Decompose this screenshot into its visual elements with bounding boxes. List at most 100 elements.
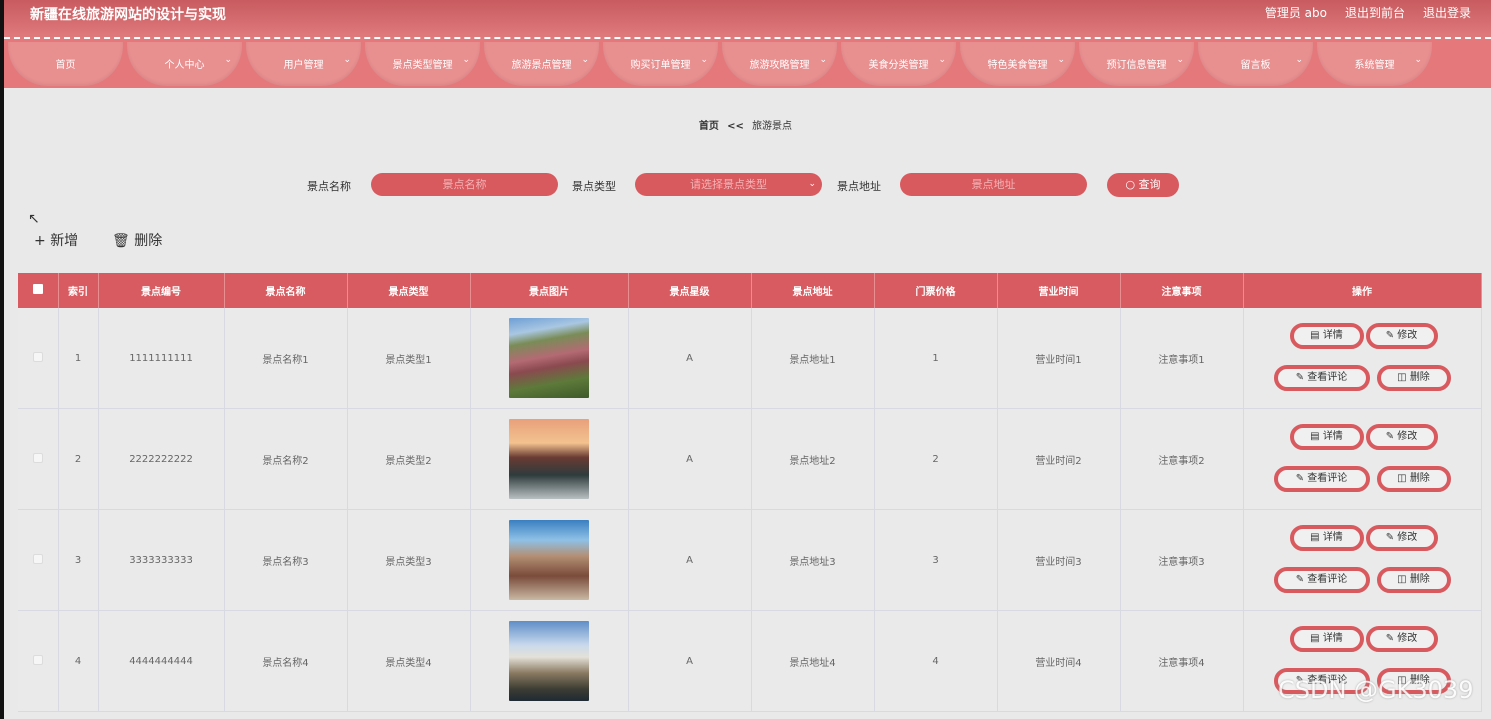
select-all-checkbox[interactable] bbox=[18, 273, 59, 308]
column-header: 注意事项 bbox=[1120, 273, 1244, 308]
nav-item-order-management[interactable]: 购买订单管理 ⌄ bbox=[603, 42, 718, 86]
detail-button[interactable]: ▤ 详情 bbox=[1289, 323, 1364, 349]
row-checkbox[interactable] bbox=[18, 610, 59, 712]
cell-name: 景点名称1 bbox=[224, 308, 348, 409]
view-comments-button[interactable]: ✎ 查看评论 bbox=[1273, 365, 1370, 391]
delete-label: 删除 bbox=[1409, 473, 1430, 484]
chevron-down-icon: ⌄ bbox=[808, 179, 816, 189]
main-nav: 首页 个人中心 ⌄ 用户管理 ⌄ 景点类型管理 ⌄ 旅游景点管理 ⌄ 购买订单管理 ⌄ 旅… bbox=[8, 42, 1432, 86]
breadcrumb-home[interactable]: 首页 bbox=[699, 121, 719, 132]
cell-type: 景点类型3 bbox=[347, 509, 471, 611]
name-search-input[interactable]: 景点名称 bbox=[371, 173, 558, 196]
edit-button[interactable]: ✎ 修改 bbox=[1365, 323, 1438, 349]
nav-item-personal-center[interactable]: 个人中心 ⌄ bbox=[127, 42, 242, 86]
watermark: CSDN @GK3039 bbox=[1278, 676, 1474, 704]
address-label: 景点地址 bbox=[837, 180, 881, 193]
attraction-image[interactable] bbox=[509, 419, 589, 499]
row-checkbox[interactable] bbox=[18, 509, 59, 611]
cell-operations: ▤ 详情 ✎ 修改 ✎ 查看评论 ◫ 删除 bbox=[1243, 308, 1482, 409]
cell-name: 景点名称3 bbox=[224, 509, 348, 611]
checkbox-icon bbox=[32, 553, 43, 564]
cell-image bbox=[470, 308, 629, 409]
nav-item-message-board[interactable]: 留言板 ⌄ bbox=[1198, 42, 1313, 86]
cell-hours: 营业时间4 bbox=[997, 610, 1121, 712]
edit-button[interactable]: ✎ 修改 bbox=[1365, 626, 1438, 652]
detail-button[interactable]: ▤ 详情 bbox=[1289, 424, 1364, 450]
delete-button[interactable]: ◫ 删除 bbox=[1376, 466, 1451, 492]
cell-type: 景点类型2 bbox=[347, 408, 471, 510]
edit-label: 修改 bbox=[1397, 633, 1418, 644]
checkbox-icon bbox=[32, 452, 43, 463]
nav-item-system[interactable]: 系统管理 ⌄ bbox=[1317, 42, 1432, 86]
column-header: 景点名称 bbox=[224, 273, 348, 308]
cell-type: 景点类型4 bbox=[347, 610, 471, 712]
nav-item-user-management[interactable]: 用户管理 ⌄ bbox=[246, 42, 361, 86]
view-comments-button[interactable]: ✎ 查看评论 bbox=[1273, 466, 1370, 492]
type-select[interactable]: 请选择景点类型 ⌄ bbox=[635, 173, 822, 196]
attraction-image[interactable] bbox=[509, 621, 589, 701]
document-icon: ▤ bbox=[1310, 633, 1323, 644]
cell-address: 景点地址1 bbox=[751, 308, 875, 409]
cell-operations: ▤ 详情 ✎ 修改 ✎ 查看评论 ◫ 删除 bbox=[1243, 408, 1482, 510]
nav-item-attraction-management[interactable]: 旅游景点管理 ⌄ bbox=[484, 42, 599, 86]
detail-label: 详情 bbox=[1322, 532, 1343, 543]
trash-icon: ◫ bbox=[1397, 372, 1410, 383]
add-button[interactable]: + 新增 bbox=[34, 230, 78, 250]
pencil-icon: ✎ bbox=[1295, 574, 1308, 585]
cell-notes: 注意事项4 bbox=[1120, 610, 1244, 712]
cell-image bbox=[470, 408, 629, 510]
nav-label: 首页 bbox=[55, 60, 76, 71]
checkbox-icon bbox=[32, 284, 43, 294]
chevron-down-icon: ⌄ bbox=[819, 55, 827, 65]
delete-button[interactable]: ◫ 删除 bbox=[1376, 567, 1451, 593]
nav-label: 用户管理 bbox=[283, 60, 324, 71]
cell-code: 2222222222 bbox=[98, 408, 225, 510]
nav-item-attraction-type[interactable]: 景点类型管理 ⌄ bbox=[365, 42, 480, 86]
column-header: 景点星级 bbox=[628, 273, 752, 308]
query-button[interactable]: ○ 查询 bbox=[1107, 173, 1179, 197]
detail-button[interactable]: ▤ 详情 bbox=[1289, 525, 1364, 551]
delete-button[interactable]: ◫ 删除 bbox=[1376, 365, 1451, 391]
batch-delete-button[interactable]: 🗑 删除 bbox=[112, 230, 162, 250]
nav-label: 特色美食管理 bbox=[987, 60, 1048, 71]
chevron-down-icon: ⌄ bbox=[1057, 55, 1065, 65]
comments-label: 查看评论 bbox=[1307, 473, 1348, 484]
nav-label: 旅游景点管理 bbox=[511, 60, 572, 71]
view-comments-button[interactable]: ✎ 查看评论 bbox=[1273, 567, 1370, 593]
page: 新疆在线旅游网站的设计与实现 管理员 abo 退出到前台 退出登录 首页 个人中… bbox=[0, 0, 1491, 719]
detail-button[interactable]: ▤ 详情 bbox=[1289, 626, 1364, 652]
cell-code: 3333333333 bbox=[98, 509, 225, 611]
chevron-down-icon: ⌄ bbox=[1295, 55, 1303, 65]
attraction-image[interactable] bbox=[509, 520, 589, 600]
row-checkbox[interactable] bbox=[18, 308, 59, 409]
logout-link[interactable]: 退出登录 bbox=[1423, 4, 1471, 21]
column-header: 景点编号 bbox=[98, 273, 225, 308]
edit-button[interactable]: ✎ 修改 bbox=[1365, 424, 1438, 450]
cell-address: 景点地址4 bbox=[751, 610, 875, 712]
address-search-input[interactable]: 景点地址 bbox=[900, 173, 1087, 196]
name-label: 景点名称 bbox=[307, 180, 351, 193]
cell-star: A bbox=[628, 408, 752, 510]
attraction-image[interactable] bbox=[509, 318, 589, 398]
cell-address: 景点地址2 bbox=[751, 408, 875, 510]
nav-item-special-food[interactable]: 特色美食管理 ⌄ bbox=[960, 42, 1075, 86]
chevron-down-icon: ⌄ bbox=[938, 55, 946, 65]
nav-item-home[interactable]: 首页 bbox=[8, 42, 123, 86]
chevron-down-icon: ⌄ bbox=[581, 55, 589, 65]
checkbox-icon bbox=[32, 351, 43, 362]
cell-address: 景点地址3 bbox=[751, 509, 875, 611]
nav-item-booking[interactable]: 预订信息管理 ⌄ bbox=[1079, 42, 1194, 86]
chevron-down-icon: ⌄ bbox=[224, 55, 232, 65]
admin-user-link[interactable]: 管理员 abo bbox=[1265, 4, 1327, 21]
edit-button[interactable]: ✎ 修改 bbox=[1365, 525, 1438, 551]
cell-name: 景点名称4 bbox=[224, 610, 348, 712]
column-header: 景点地址 bbox=[751, 273, 875, 308]
row-checkbox[interactable] bbox=[18, 408, 59, 510]
exit-to-frontend-link[interactable]: 退出到前台 bbox=[1345, 4, 1405, 21]
nav-item-guide-management[interactable]: 旅游攻略管理 ⌄ bbox=[722, 42, 837, 86]
detail-label: 详情 bbox=[1322, 431, 1343, 442]
nav-item-food-category[interactable]: 美食分类管理 ⌄ bbox=[841, 42, 956, 86]
chevron-down-icon: ⌄ bbox=[462, 55, 470, 65]
column-header: 景点图片 bbox=[470, 273, 629, 308]
batch-delete-label: 删除 bbox=[134, 233, 163, 249]
